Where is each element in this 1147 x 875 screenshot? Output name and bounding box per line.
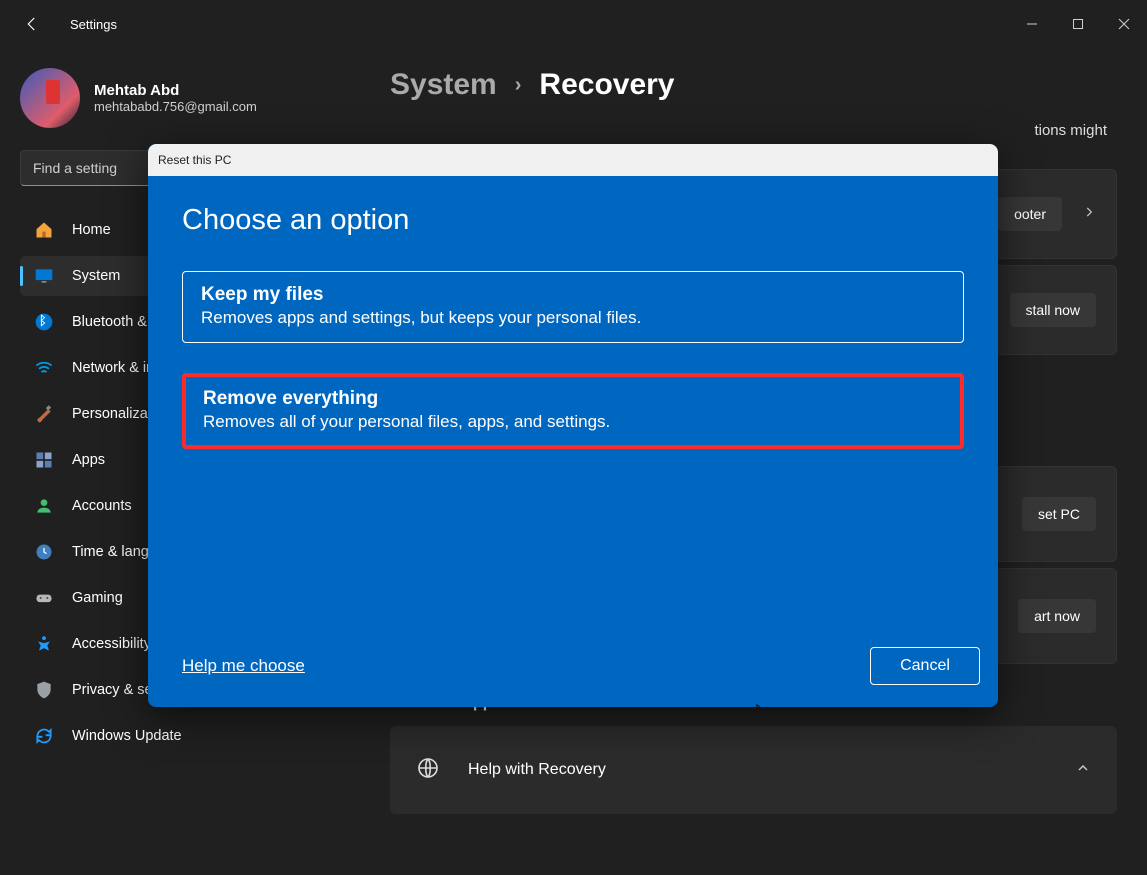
cancel-button[interactable]: Cancel bbox=[870, 647, 980, 685]
dialog-heading: Choose an option bbox=[182, 204, 964, 237]
help-me-choose-link[interactable]: Help me choose bbox=[182, 656, 305, 676]
dialog-titlebar: Reset this PC bbox=[148, 144, 998, 176]
option-desc: Removes all of your personal files, apps… bbox=[203, 412, 943, 432]
dialog-title: Reset this PC bbox=[158, 153, 231, 167]
option-remove-everything[interactable]: Remove everything Removes all of your pe… bbox=[182, 373, 964, 449]
cursor-icon bbox=[756, 704, 770, 707]
option-desc: Removes apps and settings, but keeps you… bbox=[201, 308, 945, 328]
option-title: Keep my files bbox=[201, 284, 945, 306]
modal-overlay: Reset this PC Choose an option Keep my f… bbox=[0, 0, 1147, 875]
option-keep-files[interactable]: Keep my files Removes apps and settings,… bbox=[182, 271, 964, 343]
reset-pc-dialog: Reset this PC Choose an option Keep my f… bbox=[148, 144, 998, 707]
option-title: Remove everything bbox=[203, 388, 943, 410]
